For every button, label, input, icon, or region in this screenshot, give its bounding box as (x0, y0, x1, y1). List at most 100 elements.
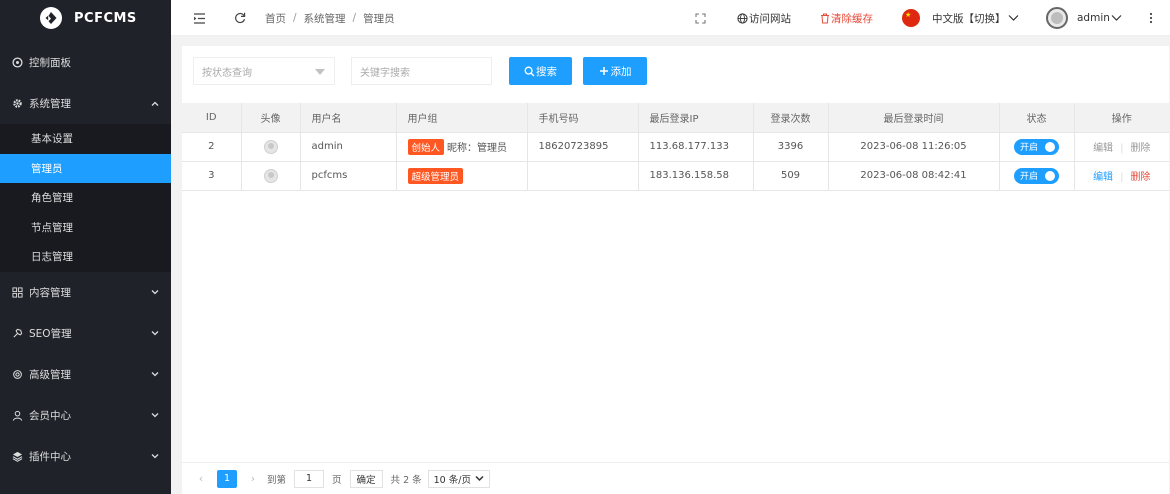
sidebar: PCFCMS 控制面板 系统管理 基本设置 管理员 角色管理 节点管理 日志管理… (0, 0, 171, 494)
edit-link[interactable]: 编辑 (1093, 143, 1113, 154)
trash-icon (821, 13, 829, 23)
action-separator: | (1120, 143, 1124, 154)
col-group: 用户组 (396, 103, 528, 133)
avatar (263, 139, 278, 154)
page-size-select[interactable]: 10 条/页 (427, 469, 490, 488)
goto-label: 到第 (267, 474, 287, 486)
sidebar-subitem-nodes[interactable]: 节点管理 (0, 213, 171, 243)
search-button[interactable]: 搜索 (509, 57, 572, 85)
sidebar-subitem-logs[interactable]: 日志管理 (0, 242, 171, 272)
breadcrumb-separator: / (293, 12, 297, 24)
chevron-down-icon (1008, 15, 1018, 21)
brand-logo-icon (40, 7, 62, 29)
advanced-gear-icon (11, 368, 23, 380)
status-select[interactable]: 按状态查询 (193, 57, 335, 85)
sidebar-subitem-admins[interactable]: 管理员 (0, 153, 171, 183)
chevron-down-icon (1111, 15, 1122, 21)
sidebar-item-members[interactable]: 会员中心 (0, 395, 171, 436)
cell-avatar (241, 161, 301, 191)
visit-site-link[interactable]: 访问网站 (737, 0, 791, 36)
col-username: 用户名 (300, 103, 397, 133)
cell-last-ip: 183.136.158.58 (638, 161, 754, 191)
fullscreen-icon[interactable] (695, 0, 706, 36)
delete-link[interactable]: 删除 (1130, 143, 1150, 154)
language-switch[interactable]: ★ 中文版【切换】 (902, 0, 1019, 36)
action-separator: | (1120, 172, 1124, 183)
breadcrumb: 首页 / 系统管理 / 管理员 (265, 0, 395, 36)
sidebar-subitem-basic-settings[interactable]: 基本设置 (0, 124, 171, 154)
group-tag: 创始人 (407, 138, 445, 155)
china-flag-icon: ★ (902, 9, 920, 27)
cell-group: 超级管理员 (396, 161, 528, 191)
search-icon (524, 66, 535, 76)
add-button[interactable]: 添加 (583, 57, 647, 85)
brand-name: PCFCMS (74, 10, 137, 26)
tool-icon (11, 327, 23, 339)
status-toggle[interactable]: 开启 (1014, 138, 1059, 155)
total-count: 共 2 条 (390, 474, 422, 486)
admin-table: ID 头像 用户名 用户组 手机号码 最后登录IP 登录次数 最后登录时间 状态… (182, 103, 1169, 191)
sidebar-item-system[interactable]: 系统管理 (0, 83, 171, 124)
page-current[interactable]: 1 (217, 469, 237, 488)
chevron-down-icon (475, 475, 484, 482)
breadcrumb-system[interactable]: 系统管理 (304, 11, 346, 26)
caret-down-icon (315, 69, 325, 75)
next-page-button[interactable]: › (245, 472, 261, 485)
clear-cache-label: 清除缓存 (831, 12, 873, 25)
sidebar-item-label: 内容管理 (29, 286, 71, 299)
pagination: ‹ 1 › 到第 1 页 确定 共 2 条 10 条/页 (182, 462, 1169, 494)
goto-confirm-button[interactable]: 确定 (349, 469, 383, 488)
user-menu[interactable]: admin (1046, 0, 1122, 36)
status-toggle-label: 开启 (1020, 143, 1039, 153)
sidebar-submenu-system: 基本设置 管理员 角色管理 节点管理 日志管理 (0, 124, 171, 272)
edit-link[interactable]: 编辑 (1093, 172, 1113, 183)
more-vertical-icon[interactable] (1149, 0, 1153, 36)
col-last-login-time: 最后登录时间 (828, 103, 1000, 133)
page-size-value: 10 条/页 (433, 474, 471, 486)
sidebar-item-dashboard[interactable]: 控制面板 (0, 42, 171, 83)
cell-phone (527, 161, 639, 191)
keyword-search-input[interactable]: 关键字搜索 (351, 57, 492, 85)
grid-icon (11, 286, 23, 298)
layers-icon (11, 450, 23, 462)
chevron-down-icon (151, 411, 159, 419)
add-label: 添加 (610, 65, 632, 78)
search-label: 搜索 (536, 65, 557, 78)
sidebar-item-label: 控制面板 (29, 57, 71, 69)
goto-page-input[interactable]: 1 (294, 469, 325, 488)
status-toggle-label: 开启 (1020, 172, 1039, 182)
cell-id: 2 (182, 132, 242, 162)
prev-page-button[interactable]: ‹ (193, 472, 209, 485)
delete-link[interactable]: 删除 (1130, 172, 1150, 183)
menu-fold-icon[interactable] (193, 0, 206, 36)
refresh-icon[interactable] (234, 0, 246, 36)
cell-last-login-time: 2023-06-08 11:26:05 (828, 132, 1000, 162)
cell-last-login-time: 2023-06-08 08:42:41 (828, 161, 1000, 191)
sidebar-item-advanced[interactable]: 高级管理 (0, 354, 171, 395)
breadcrumb-current: 管理员 (363, 12, 395, 25)
breadcrumb-separator: / (352, 12, 357, 24)
sidebar-item-label: 插件中心 (29, 450, 71, 463)
brand[interactable]: PCFCMS (0, 0, 171, 36)
cell-actions: 编辑 | 删除 (1074, 161, 1169, 191)
col-last-ip: 最后登录IP (638, 103, 754, 133)
col-status: 状态 (999, 103, 1075, 133)
col-login-count: 登录次数 (753, 103, 829, 133)
sidebar-subitem-roles[interactable]: 角色管理 (0, 183, 171, 213)
plus-icon (599, 67, 608, 75)
status-select-placeholder: 按状态查询 (202, 67, 252, 79)
page-unit-label: 页 (332, 474, 342, 486)
user-name: admin (1077, 12, 1110, 24)
cell-username: pcfcms (300, 161, 397, 191)
sidebar-item-content[interactable]: 内容管理 (0, 272, 171, 313)
breadcrumb-home[interactable]: 首页 (265, 11, 286, 26)
user-icon (11, 409, 23, 421)
status-toggle[interactable]: 开启 (1014, 167, 1059, 184)
clear-cache-button[interactable]: 清除缓存 (820, 0, 873, 36)
col-actions: 操作 (1074, 103, 1169, 133)
sidebar-item-seo[interactable]: SEO管理 (0, 313, 171, 354)
dashboard-icon (11, 57, 23, 69)
sidebar-item-plugins[interactable]: 插件中心 (0, 436, 171, 477)
chevron-down-icon (151, 370, 159, 378)
chevron-down-icon (151, 329, 159, 337)
